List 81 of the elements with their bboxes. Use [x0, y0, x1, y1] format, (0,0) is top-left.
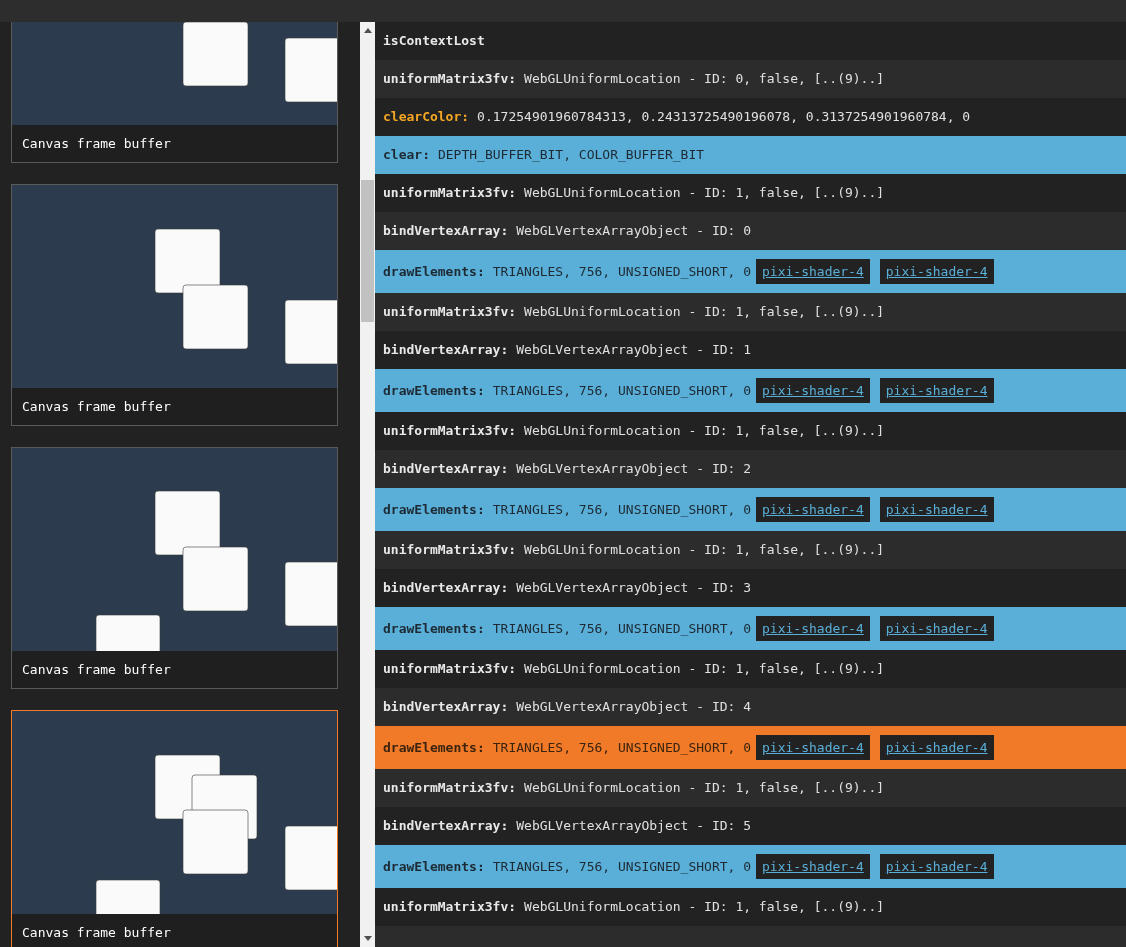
shader-link[interactable]: pixi-shader-4 [756, 378, 870, 403]
call-row[interactable]: uniformMatrix3fv: WebGLUniformLocation - ID: 1, false, [..(9)..] [375, 769, 1126, 807]
function-name: uniformMatrix3fv: [383, 660, 517, 679]
call-row[interactable]: drawElements: TRIANGLES, 756, UNSIGNED_SHORT, 0 pixi-shader-4 pixi-shader-4 [375, 607, 1126, 650]
frame-card[interactable]: Canvas frame buffer [11, 710, 338, 947]
function-name: isContextLost [383, 32, 485, 51]
function-name: bindVertexArray: [383, 341, 509, 360]
call-row[interactable]: bindVertexArray: WebGLVertexArrayObject - ID: 2 [375, 450, 1126, 488]
function-name: bindVertexArray: [383, 579, 509, 598]
function-name: uniformMatrix3fv: [383, 70, 517, 89]
call-arguments: WebGLVertexArrayObject - ID: 3 [516, 579, 752, 598]
function-name: drawElements: [383, 738, 485, 757]
function-name: uniformMatrix3fv: [383, 898, 517, 917]
function-name: clearColor: [383, 108, 470, 127]
shader-link[interactable]: pixi-shader-4 [879, 259, 994, 284]
frame-caption: Canvas frame buffer [22, 923, 171, 942]
shader-link[interactable]: pixi-shader-4 [879, 616, 994, 641]
call-arguments: WebGLVertexArrayObject - ID: 1 [516, 341, 752, 360]
function-name: uniformMatrix3fv: [383, 303, 517, 322]
shader-link[interactable]: pixi-shader-4 [756, 854, 870, 879]
function-name: uniformMatrix3fv: [383, 422, 517, 441]
call-row[interactable]: uniformMatrix3fv: WebGLUniformLocation - ID: 1, false, [..(9)..] [375, 293, 1126, 331]
shader-link[interactable]: pixi-shader-4 [879, 854, 994, 879]
function-name: bindVertexArray: [383, 222, 509, 241]
shader-link[interactable]: pixi-shader-4 [879, 378, 994, 403]
call-arguments: WebGLUniformLocation - ID: 0, false, [..(9)..] [524, 70, 885, 89]
call-arguments: TRIANGLES, 756, UNSIGNED_SHORT, 0 [492, 619, 752, 638]
shader-link[interactable]: pixi-shader-4 [879, 735, 994, 760]
function-name: uniformMatrix3fv: [383, 779, 517, 798]
function-name: bindVertexArray: [383, 698, 509, 717]
call-arguments: WebGLUniformLocation - ID: 1, false, [..(9)..] [524, 422, 885, 441]
call-arguments: TRIANGLES, 756, UNSIGNED_SHORT, 0 [492, 381, 752, 400]
frame-caption: Canvas frame buffer [22, 660, 171, 679]
call-arguments: WebGLUniformLocation - ID: 1, false, [..(9)..] [524, 303, 885, 322]
frame-caption: Canvas frame buffer [22, 134, 171, 153]
call-arguments: WebGLVertexArrayObject - ID: 4 [516, 698, 752, 717]
call-row[interactable]: drawElements: TRIANGLES, 756, UNSIGNED_SHORT, 0 pixi-shader-4 pixi-shader-4 [375, 250, 1126, 293]
call-row[interactable]: drawElements: TRIANGLES, 756, UNSIGNED_SHORT, 0 pixi-shader-4 pixi-shader-4 [375, 845, 1126, 888]
call-arguments: WebGLVertexArrayObject - ID: 0 [516, 222, 752, 241]
function-name: uniformMatrix3fv: [383, 184, 517, 203]
scrollbar[interactable] [360, 22, 375, 947]
shader-link[interactable]: pixi-shader-4 [756, 735, 870, 760]
call-row[interactable]: uniformMatrix3fv: WebGLUniformLocation - ID: 1, false, [..(9)..] [375, 531, 1126, 569]
call-arguments: WebGLUniformLocation - ID: 1, false, [..(9)..] [524, 898, 885, 917]
function-name: bindVertexArray: [383, 460, 509, 479]
call-row[interactable]: drawElements: TRIANGLES, 756, UNSIGNED_SHORT, 0 pixi-shader-4 pixi-shader-4 [375, 369, 1126, 412]
shader-link[interactable]: pixi-shader-4 [756, 616, 870, 641]
function-name: clear: [383, 146, 430, 165]
scrollbar-thumb[interactable] [361, 180, 374, 322]
shader-link[interactable]: pixi-shader-4 [756, 259, 870, 284]
call-row[interactable]: bindVertexArray: WebGLVertexArrayObject - ID: 0 [375, 212, 1126, 250]
frame-card[interactable]: Canvas frame buffer [11, 447, 338, 689]
function-name: drawElements: [383, 262, 485, 281]
call-row[interactable]: drawElements: TRIANGLES, 756, UNSIGNED_SHORT, 0 pixi-shader-4 pixi-shader-4 [375, 726, 1126, 769]
function-name: drawElements: [383, 381, 485, 400]
call-arguments: WebGLUniformLocation - ID: 1, false, [..(9)..] [524, 779, 885, 798]
frame-card[interactable]: Canvas frame buffer [11, 22, 338, 163]
function-name: bindVertexArray: [383, 817, 509, 836]
call-row[interactable]: drawElements: TRIANGLES, 756, UNSIGNED_SHORT, 0 pixi-shader-4 pixi-shader-4 [375, 488, 1126, 531]
call-arguments: WebGLVertexArrayObject - ID: 2 [516, 460, 752, 479]
call-row[interactable]: clear: DEPTH_BUFFER_BIT, COLOR_BUFFER_BIT [375, 136, 1126, 174]
call-arguments: TRIANGLES, 756, UNSIGNED_SHORT, 0 [492, 738, 752, 757]
call-arguments: TRIANGLES, 756, UNSIGNED_SHORT, 0 [492, 500, 752, 519]
call-arguments: 0.17254901960784313, 0.24313725490196078, 0.3137254901960784, 0 [477, 108, 971, 127]
shader-link[interactable]: pixi-shader-4 [756, 497, 870, 522]
call-arguments: WebGLUniformLocation - ID: 1, false, [..(9)..] [524, 541, 885, 560]
call-row[interactable]: bindVertexArray: WebGLVertexArrayObject - ID: 4 [375, 688, 1126, 726]
call-arguments: TRIANGLES, 756, UNSIGNED_SHORT, 0 [492, 857, 752, 876]
frame-card[interactable]: Canvas frame buffer [11, 184, 338, 426]
function-name: drawElements: [383, 500, 485, 519]
call-arguments: TRIANGLES, 756, UNSIGNED_SHORT, 0 [492, 262, 752, 281]
function-name: drawElements: [383, 619, 485, 638]
call-arguments: WebGLVertexArrayObject - ID: 5 [516, 817, 752, 836]
call-arguments: WebGLUniformLocation - ID: 1, false, [..(9)..] [524, 660, 885, 679]
function-name: uniformMatrix3fv: [383, 541, 517, 560]
frame-caption: Canvas frame buffer [22, 397, 171, 416]
shader-link[interactable]: pixi-shader-4 [879, 497, 994, 522]
call-row[interactable]: uniformMatrix3fv: WebGLUniformLocation - ID: 0, false, [..(9)..] [375, 60, 1126, 98]
call-arguments: WebGLUniformLocation - ID: 1, false, [..(9)..] [524, 184, 885, 203]
function-name: drawElements: [383, 857, 485, 876]
call-arguments: DEPTH_BUFFER_BIT, COLOR_BUFFER_BIT [437, 146, 705, 165]
